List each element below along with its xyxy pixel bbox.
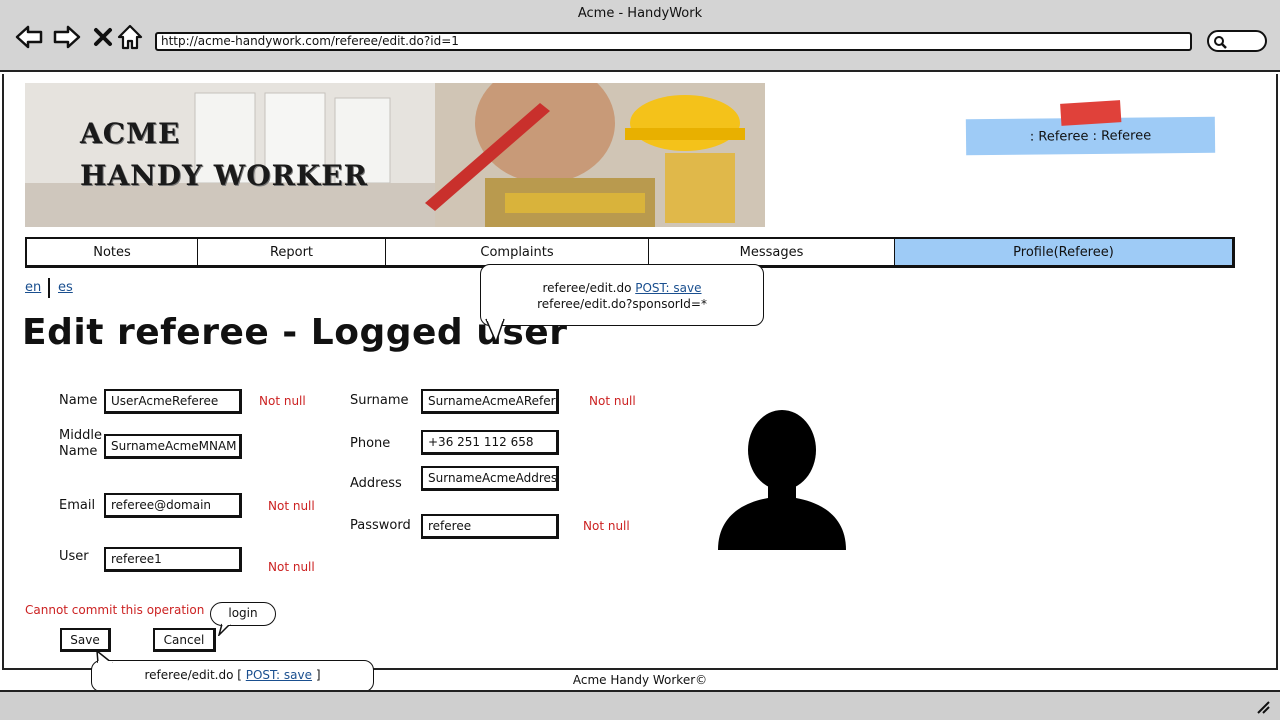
browser-titlebar: Acme - HandyWork http://acme-handywork.c…	[0, 0, 1280, 72]
browser-statusbar	[0, 690, 1280, 720]
menu-item-notes[interactable]: Notes	[27, 239, 198, 265]
phone-label: Phone	[350, 436, 391, 451]
name-label: Name	[59, 393, 98, 408]
lang-separator	[48, 278, 50, 298]
forward-arrow-icon[interactable]	[52, 22, 82, 52]
menu-item-messages[interactable]: Messages	[649, 239, 895, 265]
callout-top: referee/edit.do POST: save referee/edit.…	[480, 264, 764, 326]
resize-grip-icon[interactable]	[1256, 700, 1270, 714]
surname-error: Not null	[589, 394, 636, 408]
callout-top-link[interactable]: POST: save	[635, 281, 701, 295]
user-input[interactable]: referee1	[104, 547, 242, 572]
callout-bottom-suffix: ]	[312, 668, 321, 682]
callout-top-line2: referee/edit.do?sponsorId=*	[537, 297, 707, 311]
callout-bottom-tail	[96, 650, 113, 664]
middle-name-input[interactable]: SurnameAcmeMNAM	[104, 434, 242, 459]
middle-name-label-line2: Name	[59, 444, 98, 459]
user-tag-marker	[1060, 100, 1122, 126]
stop-icon[interactable]	[88, 22, 118, 52]
user-avatar-icon	[718, 410, 846, 550]
address-label: Address	[350, 476, 402, 491]
search-icon	[1214, 36, 1227, 49]
url-input[interactable]: http://acme-handywork.com/referee/edit.d…	[155, 32, 1192, 51]
menu-item-complaints[interactable]: Complaints	[386, 239, 649, 265]
surname-input[interactable]: SurnameAcmeARefer	[421, 389, 559, 414]
back-arrow-icon[interactable]	[14, 22, 44, 52]
address-input[interactable]: SurnameAcmeAddress	[421, 466, 559, 491]
lang-es-link[interactable]: es	[58, 280, 73, 295]
callout-bottom-link[interactable]: POST: save	[246, 668, 312, 682]
email-error: Not null	[268, 499, 315, 513]
menu-item-report[interactable]: Report	[198, 239, 386, 265]
banner-title-line1: ACME	[80, 117, 181, 150]
callout-bottom: referee/edit.do [ POST: save ]	[91, 660, 374, 692]
email-label: Email	[59, 498, 96, 513]
menu-item-profile[interactable]: Profile(Referee)	[895, 239, 1232, 265]
user-tag: : Referee : Referee	[965, 100, 1216, 156]
name-error: Not null	[259, 394, 306, 408]
callout-bottom-prefix: referee/edit.do [	[144, 668, 246, 682]
phone-input[interactable]: +36 251 112 658	[421, 430, 559, 455]
user-role-label: : Referee : Referee	[1029, 128, 1152, 145]
login-bubble-tail	[218, 622, 231, 636]
save-button[interactable]: Save	[60, 628, 111, 652]
window-title: Acme - HandyWork	[577, 6, 703, 21]
cancel-button[interactable]: Cancel	[153, 628, 216, 652]
surname-label: Surname	[350, 393, 409, 408]
password-input[interactable]: referee	[421, 514, 559, 539]
middle-name-label-line1: Middle	[59, 428, 102, 443]
user-error: Not null	[268, 560, 315, 574]
callout-top-tail	[485, 318, 505, 342]
banner-image: ACME HANDY WORKER	[25, 83, 765, 227]
password-error: Not null	[583, 519, 630, 533]
commit-error-message: Cannot commit this operation	[25, 603, 205, 617]
home-icon[interactable]	[115, 22, 145, 52]
name-input[interactable]: UserAcmeReferee	[104, 389, 242, 414]
user-label: User	[59, 549, 89, 564]
lang-en-link[interactable]: en	[25, 280, 41, 295]
callout-top-prefix: referee/edit.do	[542, 281, 636, 295]
browser-search-input[interactable]	[1207, 30, 1267, 52]
password-label: Password	[350, 518, 411, 533]
banner-title-line2: HANDY WORKER	[80, 159, 368, 192]
email-input[interactable]: referee@domain	[104, 493, 242, 518]
